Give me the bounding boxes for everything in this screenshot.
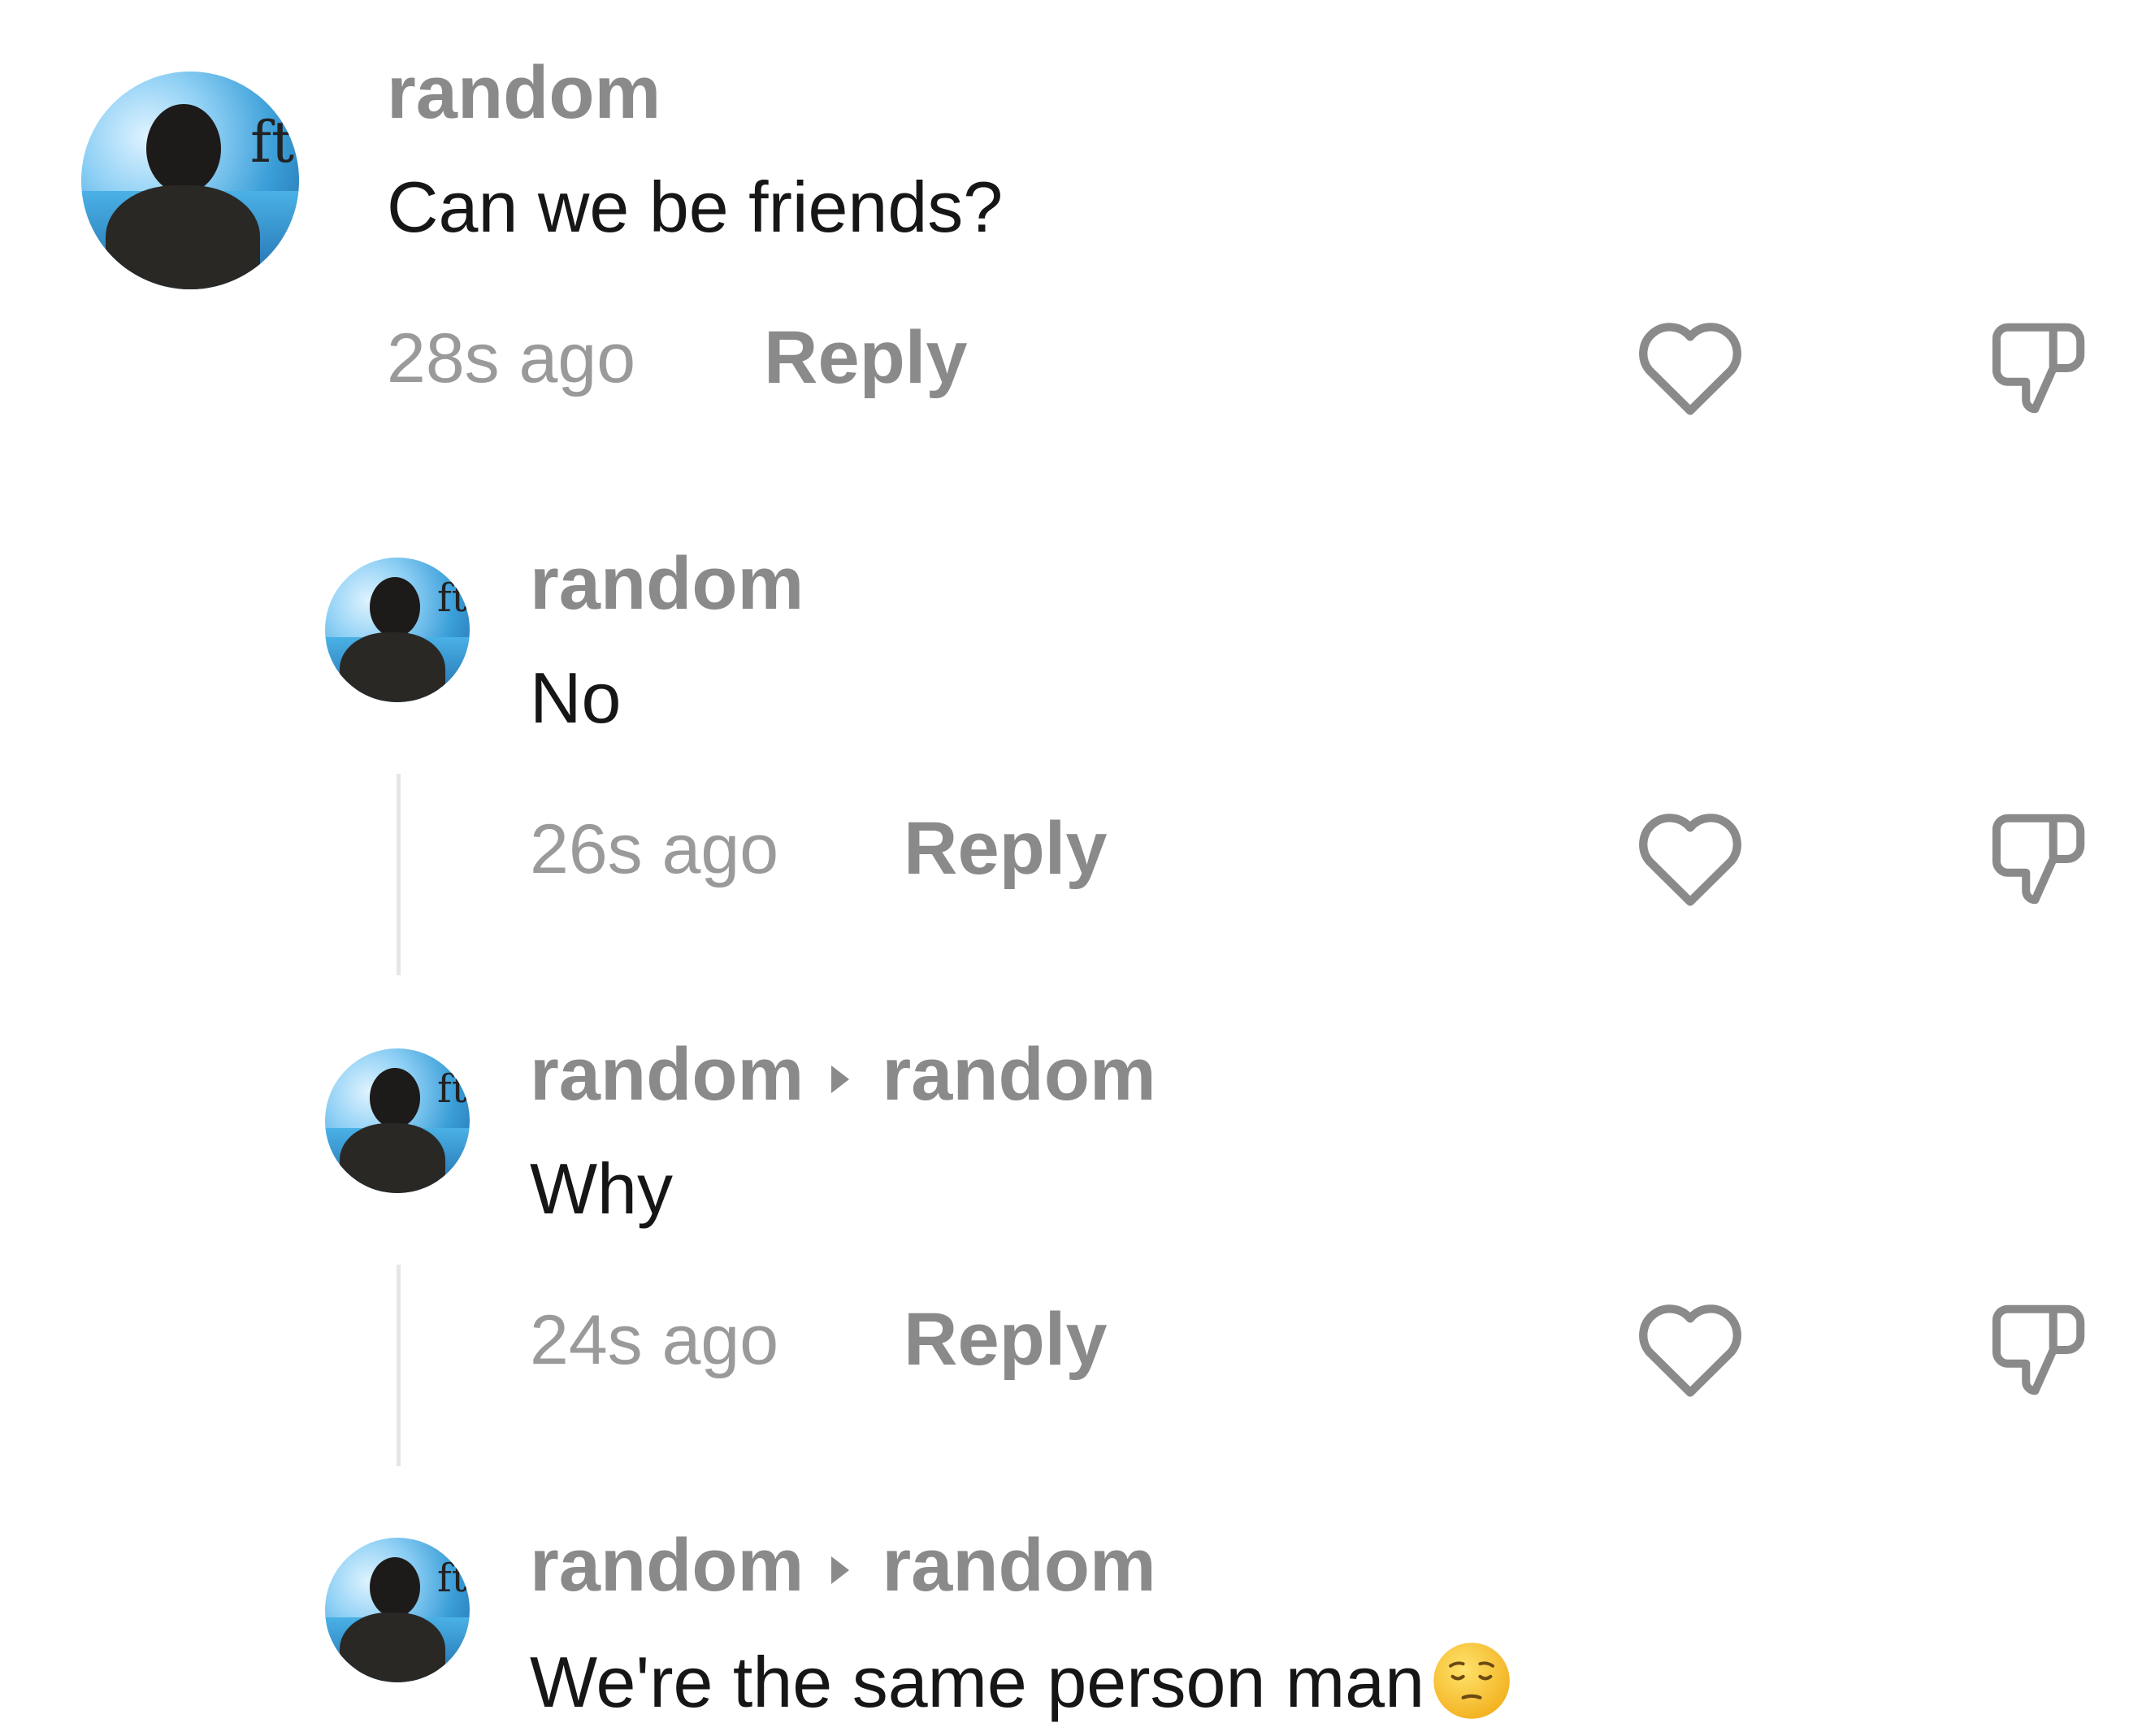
comment-text-line: We're the same person man (530, 1638, 1514, 1724)
reply-button[interactable]: Reply (904, 1297, 1108, 1382)
dislike-icon[interactable] (1983, 314, 2096, 423)
comment-username-line: random random (530, 1523, 1156, 1608)
reply-to-username[interactable]: random (882, 1524, 1156, 1607)
reply-button[interactable]: Reply (904, 806, 1108, 892)
comment-username[interactable]: random (530, 1524, 804, 1607)
avatar[interactable]: ft (325, 1538, 470, 1682)
avatar[interactable]: ft (81, 72, 299, 289)
thread-line (397, 774, 401, 975)
heart-icon[interactable] (1633, 806, 1747, 909)
comment-text: Why (530, 1148, 673, 1229)
comment-text: No (530, 658, 622, 738)
avatar[interactable]: ft (325, 1048, 470, 1193)
comment-username[interactable]: random (530, 541, 804, 627)
reply-arrow-icon (831, 1556, 850, 1584)
comment-timestamp: 26s ago (530, 810, 779, 888)
comment-username-line: random random (530, 1032, 1156, 1118)
reply-to-username[interactable]: random (882, 1033, 1156, 1116)
heart-icon[interactable] (1633, 1297, 1747, 1400)
comment-text: We're the same person man (530, 1642, 1425, 1722)
dislike-icon[interactable] (1983, 1295, 2096, 1404)
heart-icon[interactable] (1633, 315, 1747, 418)
reply-arrow-icon (831, 1065, 850, 1093)
reply-button[interactable]: Reply (764, 315, 968, 401)
comment-timestamp: 28s ago (387, 319, 636, 397)
comment-username[interactable]: random (530, 1033, 804, 1116)
comment-timestamp: 24s ago (530, 1301, 779, 1379)
avatar[interactable]: ft (325, 558, 470, 702)
comment-text: Can we be friends? (387, 167, 1004, 247)
dislike-icon[interactable] (1983, 805, 2096, 914)
pensive-face-emoji (1433, 1643, 1510, 1719)
thread-line (397, 1265, 401, 1466)
comment-username[interactable]: random (387, 50, 661, 136)
